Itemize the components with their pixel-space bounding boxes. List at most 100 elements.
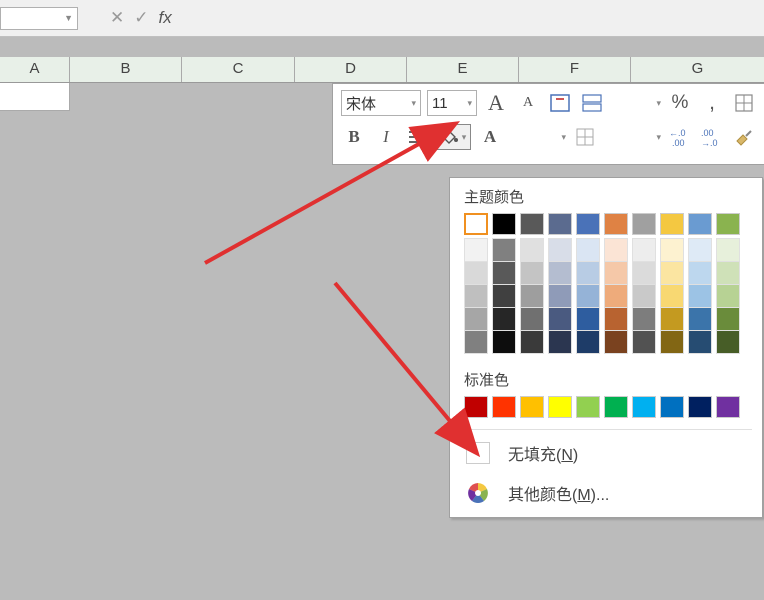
chevron-down-icon[interactable]: ▾ (561, 132, 566, 143)
color-swatch[interactable] (576, 284, 600, 308)
color-swatch[interactable] (576, 213, 600, 235)
color-swatch[interactable] (548, 213, 572, 235)
color-swatch[interactable] (604, 330, 628, 354)
fx-icon[interactable]: fx (159, 8, 172, 28)
cancel-icon[interactable]: ✕ (110, 8, 124, 28)
autosum-icon[interactable] (579, 90, 605, 116)
chevron-down-icon[interactable]: ▾ (656, 98, 661, 109)
color-swatch[interactable] (632, 396, 656, 418)
increase-decimal-icon[interactable]: ←.0.00 (667, 124, 693, 150)
color-swatch[interactable] (688, 396, 712, 418)
align-icon[interactable] (405, 124, 431, 150)
color-swatch[interactable] (604, 213, 628, 235)
cell-a1[interactable] (0, 83, 70, 111)
color-swatch[interactable] (688, 307, 712, 331)
color-swatch[interactable] (604, 307, 628, 331)
color-swatch[interactable] (716, 213, 740, 235)
color-swatch[interactable] (492, 238, 516, 262)
column-header-d[interactable]: D (295, 57, 407, 82)
color-swatch[interactable] (492, 284, 516, 308)
color-swatch[interactable] (688, 238, 712, 262)
color-swatch[interactable] (520, 213, 544, 235)
color-swatch[interactable] (548, 396, 572, 418)
color-swatch[interactable] (576, 396, 600, 418)
color-swatch[interactable] (520, 238, 544, 262)
chevron-down-icon[interactable]: ▼ (64, 13, 73, 23)
color-swatch[interactable] (716, 261, 740, 285)
color-swatch[interactable] (492, 396, 516, 418)
chevron-down-icon[interactable]: ▾ (467, 98, 472, 109)
color-swatch[interactable] (520, 307, 544, 331)
bold-button[interactable]: B (341, 124, 367, 150)
color-swatch[interactable] (576, 307, 600, 331)
color-swatch[interactable] (492, 330, 516, 354)
color-swatch[interactable] (716, 330, 740, 354)
color-swatch[interactable] (464, 330, 488, 354)
color-swatch[interactable] (688, 261, 712, 285)
comma-icon[interactable]: , (699, 90, 725, 116)
color-swatch[interactable] (660, 213, 684, 235)
no-fill-item[interactable]: 无填充(N) (450, 433, 762, 473)
color-swatch[interactable] (688, 213, 712, 235)
color-swatch[interactable] (660, 284, 684, 308)
color-swatch[interactable] (576, 238, 600, 262)
color-swatch[interactable] (716, 284, 740, 308)
color-swatch[interactable] (632, 261, 656, 285)
color-swatch[interactable] (660, 330, 684, 354)
color-swatch[interactable] (632, 330, 656, 354)
color-swatch[interactable] (492, 213, 516, 235)
color-swatch[interactable] (604, 396, 628, 418)
color-swatch[interactable] (464, 284, 488, 308)
color-swatch[interactable] (604, 261, 628, 285)
decrease-decimal-icon[interactable]: .00→.0 (699, 124, 725, 150)
column-header-a[interactable]: A (0, 57, 70, 82)
color-swatch[interactable] (520, 284, 544, 308)
color-swatch[interactable] (548, 261, 572, 285)
column-header-c[interactable]: C (182, 57, 295, 82)
color-swatch[interactable] (464, 261, 488, 285)
color-swatch[interactable] (548, 330, 572, 354)
increase-font-icon[interactable]: A (483, 90, 509, 116)
color-swatch[interactable] (632, 213, 656, 235)
fill-color-button[interactable]: ▾ (437, 124, 471, 150)
color-swatch[interactable] (660, 396, 684, 418)
color-swatch[interactable] (688, 284, 712, 308)
color-swatch[interactable] (632, 238, 656, 262)
font-size-select[interactable]: 11 ▾ (427, 90, 477, 116)
color-swatch[interactable] (520, 330, 544, 354)
color-swatch[interactable] (688, 330, 712, 354)
color-swatch[interactable] (492, 261, 516, 285)
color-swatch[interactable] (660, 307, 684, 331)
format-painter-icon[interactable] (731, 124, 757, 150)
font-name-select[interactable]: 宋体 ▾ (341, 90, 421, 116)
color-swatch[interactable] (632, 307, 656, 331)
merge-cells-icon[interactable] (547, 90, 573, 116)
name-box[interactable]: ▼ (0, 7, 78, 30)
color-swatch[interactable] (716, 396, 740, 418)
color-swatch[interactable] (576, 261, 600, 285)
column-header-g[interactable]: G (631, 57, 764, 82)
color-swatch[interactable] (548, 307, 572, 331)
color-swatch[interactable] (464, 238, 488, 262)
color-swatch[interactable] (716, 238, 740, 262)
color-swatch[interactable] (632, 284, 656, 308)
more-colors-item[interactable]: 其他颜色(M)... (450, 473, 762, 513)
color-swatch[interactable] (604, 238, 628, 262)
color-swatch[interactable] (548, 284, 572, 308)
color-swatch[interactable] (604, 284, 628, 308)
column-header-e[interactable]: E (407, 57, 519, 82)
color-swatch[interactable] (492, 307, 516, 331)
column-header-b[interactable]: B (70, 57, 182, 82)
color-swatch[interactable] (576, 330, 600, 354)
column-header-f[interactable]: F (519, 57, 631, 82)
confirm-icon[interactable]: ✓ (134, 8, 148, 28)
color-swatch[interactable] (464, 396, 488, 418)
decrease-font-icon[interactable]: A (515, 90, 541, 116)
color-swatch[interactable] (520, 261, 544, 285)
italic-button[interactable]: I (373, 124, 399, 150)
font-color-button[interactable]: A (477, 124, 503, 150)
accounting-format-icon[interactable] (731, 90, 757, 116)
percent-icon[interactable]: % (667, 90, 693, 116)
chevron-down-icon[interactable]: ▾ (411, 98, 416, 109)
chevron-down-icon[interactable]: ▾ (656, 132, 661, 143)
